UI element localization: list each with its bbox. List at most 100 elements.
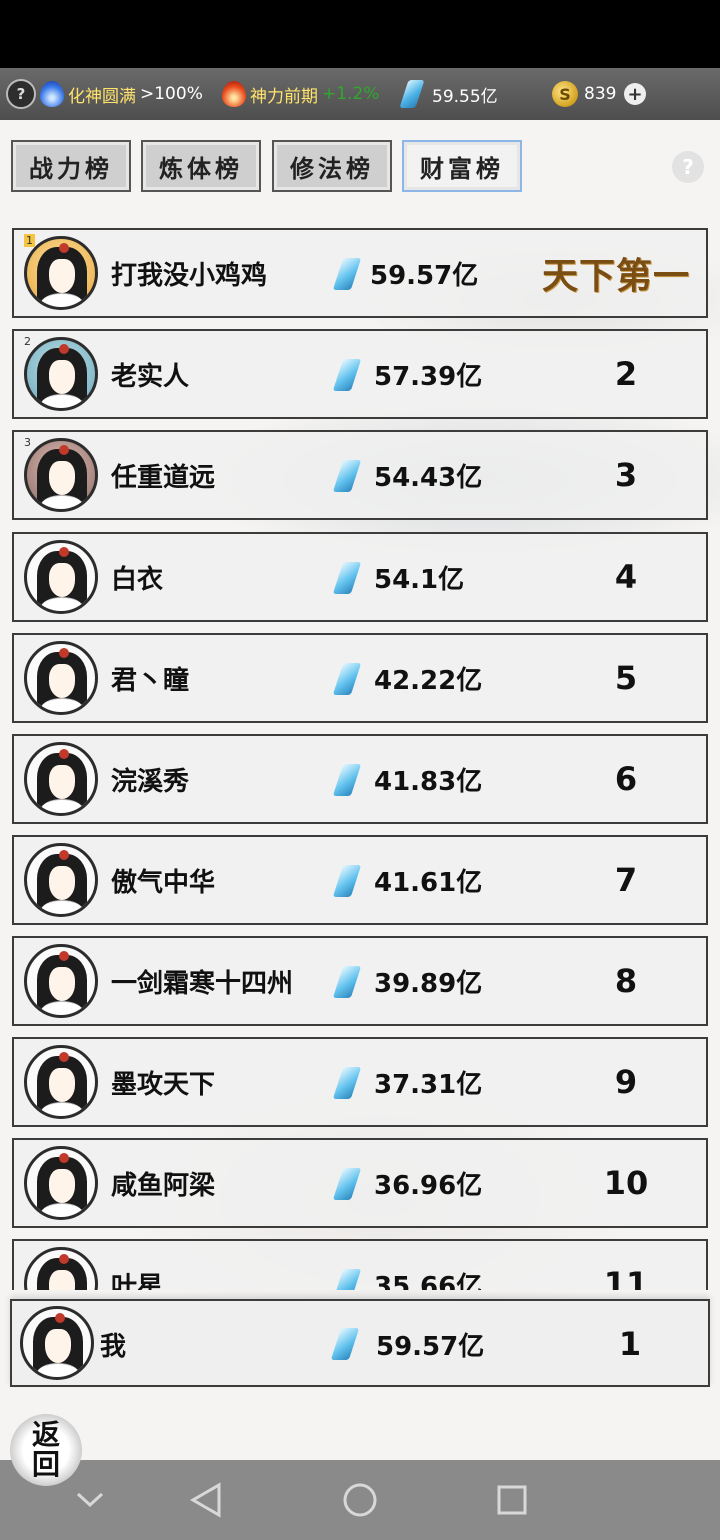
rank-number: 4 (614, 558, 638, 596)
return-button[interactable]: 返 回 (10, 1414, 82, 1486)
triangle-back-icon (189, 1482, 221, 1518)
rank-number: 9 (614, 1063, 638, 1101)
gold-coin-icon: S (552, 81, 578, 107)
wealth-value: 36.96亿 (374, 1170, 483, 1201)
rank-number: 11 (603, 1265, 649, 1290)
spirit-crystal-icon (332, 460, 362, 492)
crystal-balance: 59.55亿 (399, 68, 498, 120)
help-button[interactable]: ? (6, 68, 36, 120)
player-name: 浣溪秀 (111, 766, 190, 797)
wealth-value: 39.89亿 (374, 968, 483, 999)
help-icon: ? (6, 79, 36, 109)
wealth-value: 59.57亿 (370, 260, 479, 291)
spirit-crystal-icon (332, 764, 362, 796)
list-item[interactable]: 白衣 54.1亿 4 (12, 532, 708, 622)
realm-label: 化神圆满 (68, 86, 136, 107)
player-name: 我 (100, 1331, 127, 1362)
list-item[interactable]: 墨攻天下 37.31亿 9 (12, 1037, 708, 1127)
avatar (20, 1306, 94, 1380)
realm-status[interactable]: 化神圆满 >100% (40, 68, 203, 120)
rank-number: 8 (614, 962, 638, 1000)
coin-count: 839 (584, 84, 617, 104)
player-name: 叶星 (111, 1271, 164, 1291)
spirit-crystal-icon (332, 562, 362, 594)
rank-badge: 2 (24, 335, 31, 348)
rank-number: 5 (614, 659, 638, 697)
rank-number: 10 (603, 1164, 649, 1202)
tab-wealth[interactable]: 财富榜 (402, 140, 522, 192)
wealth-value: 41.61亿 (374, 867, 483, 898)
spirit-crystal-icon (332, 663, 362, 695)
power-label: 神力前期 (250, 86, 318, 107)
player-name: 咸鱼阿梁 (111, 1170, 216, 1201)
list-item[interactable]: 傲气中华 41.61亿 7 (12, 835, 708, 925)
spirit-crystal-icon (399, 80, 425, 108)
spirit-crystal-icon (332, 1067, 362, 1099)
add-coins-button[interactable]: + (624, 68, 646, 120)
list-item[interactable]: 浣溪秀 41.83亿 6 (12, 734, 708, 824)
spirit-crystal-icon (330, 1328, 360, 1360)
player-name: 君丶瞳 (111, 665, 190, 696)
help-icon[interactable]: ? (672, 151, 704, 183)
rank-number: 3 (614, 456, 638, 494)
avatar (24, 540, 98, 614)
wealth-value: 57.39亿 (374, 361, 483, 392)
coin-balance: S 839 (552, 68, 616, 120)
player-name: 老实人 (111, 361, 190, 392)
list-item[interactable]: 咸鱼阿梁 36.96亿 10 (12, 1138, 708, 1228)
list-item[interactable]: 叶星 35.66亿 11 (12, 1239, 708, 1290)
hide-nav-button[interactable] (70, 1480, 110, 1520)
return-label-line2: 回 (31, 1448, 60, 1481)
player-name: 墨攻天下 (111, 1069, 216, 1100)
wealth-value: 37.31亿 (374, 1069, 483, 1100)
system-status-bar (0, 0, 720, 68)
wealth-value: 59.57亿 (376, 1331, 485, 1362)
avatar (24, 1146, 98, 1220)
avatar (24, 641, 98, 715)
player-name: 打我没小鸡鸡 (111, 260, 268, 291)
android-navigation-bar (0, 1460, 720, 1540)
recents-nav-button[interactable] (492, 1480, 532, 1520)
spirit-crystal-icon (332, 865, 362, 897)
avatar (24, 438, 98, 512)
avatar (24, 337, 98, 411)
rank-number: 6 (614, 760, 638, 798)
blue-flame-icon (40, 81, 64, 107)
tab-body-refining[interactable]: 炼体榜 (141, 140, 261, 192)
wealth-value: 54.1亿 (374, 564, 465, 595)
list-item[interactable]: 1 打我没小鸡鸡 59.57亿 天下第一 (12, 228, 708, 318)
avatar (24, 944, 98, 1018)
spirit-crystal-icon (332, 1269, 362, 1290)
resource-bar: ? 化神圆满 >100% 神力前期 +1.2% 59.55亿 S 839 + (0, 68, 720, 120)
spirit-crystal-icon (332, 258, 362, 290)
avatar (24, 742, 98, 816)
list-item[interactable]: 3 任重道远 54.43亿 3 (12, 430, 708, 520)
my-ranking-row[interactable]: 我 59.57亿 1 (10, 1299, 710, 1387)
rank-number: 1 (618, 1325, 642, 1363)
wealth-value: 42.22亿 (374, 665, 483, 696)
wealth-value: 54.43亿 (374, 462, 483, 493)
tab-spell-cultivation[interactable]: 修法榜 (272, 140, 392, 192)
list-item[interactable]: 君丶瞳 42.22亿 5 (12, 633, 708, 723)
crystal-count: 59.55亿 (432, 86, 498, 107)
power-status[interactable]: 神力前期 +1.2% (222, 68, 379, 120)
ranking-list[interactable]: 1 打我没小鸡鸡 59.57亿 天下第一 2 老实人 57.39亿 2 3 任重… (0, 226, 720, 1290)
red-flame-icon (222, 81, 246, 107)
wealth-value: 35.66亿 (374, 1271, 483, 1291)
champion-title: 天下第一 (542, 255, 691, 297)
spirit-crystal-icon (332, 966, 362, 998)
player-name: 白衣 (111, 564, 164, 595)
rank-badge: 3 (24, 436, 31, 449)
list-item[interactable]: 2 老实人 57.39亿 2 (12, 329, 708, 419)
list-item[interactable]: 一剑霜寒十四州 39.89亿 8 (12, 936, 708, 1026)
plus-icon: + (624, 83, 646, 105)
home-nav-button[interactable] (340, 1480, 380, 1520)
tab-combat-power[interactable]: 战力榜 (11, 140, 131, 192)
rank-number: 7 (614, 861, 638, 899)
realm-progress: >100% (140, 84, 203, 104)
avatar (24, 1045, 98, 1119)
rank-badge: 1 (24, 234, 35, 247)
spirit-crystal-icon (332, 359, 362, 391)
back-nav-button[interactable] (186, 1480, 226, 1520)
circle-home-icon (343, 1483, 377, 1517)
